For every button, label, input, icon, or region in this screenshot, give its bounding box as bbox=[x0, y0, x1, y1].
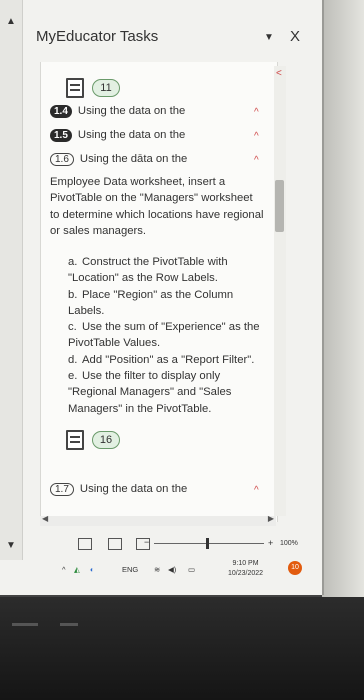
clock[interactable]: 9:10 PM 10/23/2022 bbox=[228, 559, 263, 579]
monitor-frame bbox=[322, 0, 364, 600]
battery-icon[interactable]: ▭ bbox=[188, 565, 195, 574]
date-text: 10/23/2022 bbox=[228, 570, 264, 577]
cloud-sync-icon[interactable]: ◐ bbox=[90, 565, 95, 574]
chevron-up-icon[interactable]: ^ bbox=[254, 107, 259, 118]
task-item-1-5[interactable]: 1.5 Using the data on the ^ bbox=[50, 129, 260, 142]
collapse-left-icon[interactable]: < bbox=[276, 68, 282, 79]
google-drive-icon[interactable]: ◭ bbox=[74, 565, 80, 574]
bezel-mark bbox=[12, 623, 38, 626]
chevron-up-icon[interactable]: ^ bbox=[254, 155, 259, 166]
task-label: Using the data on the bbox=[77, 129, 186, 141]
task-count-badge: 16 bbox=[92, 431, 120, 449]
scroll-left-icon[interactable]: ◀ bbox=[42, 514, 48, 523]
task-label: Using the dāta on the bbox=[79, 153, 188, 165]
page-layout-icon[interactable] bbox=[108, 538, 122, 550]
zoom-in-button[interactable]: + bbox=[268, 538, 273, 548]
status-bar: − + 100% bbox=[66, 537, 298, 552]
task-item-1-7[interactable]: 1.7 Using the data on the ^ bbox=[50, 483, 260, 496]
vertical-scrollbar[interactable] bbox=[274, 66, 286, 516]
windows-taskbar: ^ ◭ ◐ ENG ≋ ◀) ▭ 9:10 PM 10/23/2022 10 bbox=[60, 557, 302, 583]
language-indicator[interactable]: ENG bbox=[122, 565, 138, 574]
pane-title: MyEducator Tasks bbox=[36, 28, 159, 45]
task-description: Employee Data worksheet, insert a PivotT… bbox=[50, 176, 264, 237]
scroll-down-icon[interactable]: ▼ bbox=[6, 540, 16, 551]
step-b: b. Place "Region" as the Column Labels. bbox=[68, 288, 234, 317]
chevron-down-icon[interactable]: ▼ bbox=[264, 32, 274, 43]
scroll-right-icon[interactable]: ▶ bbox=[268, 514, 274, 523]
task-count-badge: 11 bbox=[92, 79, 120, 97]
screen: ▲ ▼ MyEducator Tasks ▼ X < 11 1.4 Using t… bbox=[0, 0, 324, 595]
zoom-level: 100% bbox=[280, 540, 298, 547]
task-number-badge: 1.4 bbox=[50, 105, 72, 118]
bezel-mark bbox=[60, 623, 78, 626]
zoom-slider[interactable] bbox=[154, 543, 264, 544]
wifi-icon[interactable]: ≋ bbox=[154, 565, 160, 574]
task-group-top[interactable]: 11 bbox=[66, 78, 120, 98]
time-text: 9:10 PM bbox=[232, 560, 259, 567]
laptop-bezel bbox=[0, 597, 364, 700]
task-label: Using the data on the bbox=[79, 483, 188, 495]
task-number-badge: 1.7 bbox=[50, 483, 74, 496]
step-e: e. Use the filter to display only "Region… bbox=[68, 370, 232, 415]
task-number-badge: 1.5 bbox=[50, 129, 72, 142]
document-icon bbox=[66, 430, 84, 450]
task-item-1-6[interactable]: 1.6 Using the dāta on the ^ bbox=[50, 153, 260, 166]
volume-icon[interactable]: ◀) bbox=[168, 565, 176, 574]
task-label: Using the data on the bbox=[77, 105, 186, 117]
left-scroll-strip: ▲ ▼ bbox=[0, 0, 23, 560]
close-button[interactable]: X bbox=[290, 28, 300, 45]
step-d: d. Add "Position" as a "Report Filter". bbox=[68, 353, 255, 366]
scrollbar-thumb[interactable] bbox=[275, 180, 284, 232]
task-steps: a. Construct the PivotTable with "Locatio… bbox=[68, 254, 268, 417]
horizontal-scrollbar[interactable]: ◀ ▶ bbox=[40, 514, 276, 526]
chevron-up-icon[interactable]: ^ bbox=[254, 131, 259, 142]
chevron-up-icon[interactable]: ^ bbox=[254, 485, 259, 496]
task-item-1-4[interactable]: 1.4 Using the data on the ^ bbox=[50, 105, 260, 118]
scroll-up-icon[interactable]: ▲ bbox=[6, 16, 16, 27]
step-a: a. Construct the PivotTable with "Locatio… bbox=[68, 256, 228, 285]
task-group-bottom[interactable]: 16 bbox=[66, 430, 120, 450]
normal-view-icon[interactable] bbox=[78, 538, 92, 550]
step-c: c. Use the sum of "Experience" as the Piv… bbox=[68, 321, 260, 350]
task-number-badge: 1.6 bbox=[50, 153, 74, 166]
chevron-up-icon[interactable]: ^ bbox=[62, 565, 66, 574]
zoom-slider-knob[interactable] bbox=[206, 538, 209, 549]
zoom-out-icon[interactable]: − bbox=[144, 537, 149, 547]
notification-badge[interactable]: 10 bbox=[288, 561, 302, 575]
task-pane-header: MyEducator Tasks ▼ X bbox=[26, 22, 318, 56]
document-icon bbox=[66, 78, 84, 98]
